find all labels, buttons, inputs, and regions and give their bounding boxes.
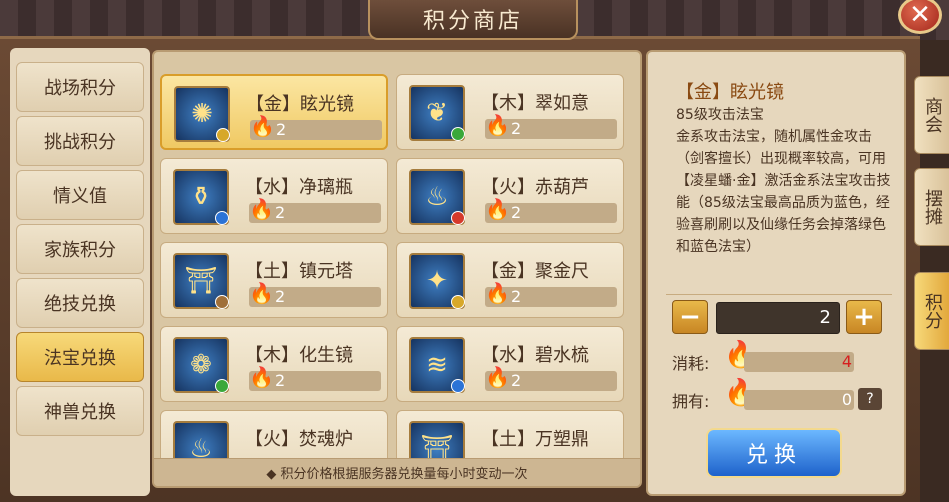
- item-name: 【水】净璃瓶: [245, 177, 353, 198]
- quantity-field[interactable]: 2: [716, 302, 840, 334]
- item-name: 【土】万塑鼎: [481, 429, 589, 450]
- gourd-icon: ♨: [409, 169, 465, 225]
- page-title: 积分商店: [368, 0, 578, 40]
- lotus-mirror-icon: ❁: [173, 337, 229, 393]
- tab-chamber-of-commerce[interactable]: 商会: [914, 76, 949, 154]
- points-flame-icon: 🔥: [250, 114, 275, 138]
- points-flame-icon: 🔥: [485, 281, 510, 305]
- cost-label: 消耗:: [672, 354, 710, 373]
- nav-item-friendship-points[interactable]: 情义值: [16, 170, 144, 220]
- item-price: 2: [275, 203, 286, 222]
- item-name: 【水】碧水梳: [481, 345, 589, 366]
- item-grid: ✺ 【金】眩光镜 🔥 2 ❦ 【木】翠如意 🔥 2 ⚱ 【水】净璃瓶 🔥 2 ♨ 【火】赤葫芦 🔥 2 ⛩ 【土】…: [152, 50, 642, 488]
- category-nav: 战场积分 挑战积分 情义值 家族积分 绝技兑换 法宝兑换 神兽兑换: [10, 48, 150, 496]
- quantity-increase-button[interactable]: +: [846, 300, 882, 334]
- divider: [666, 294, 892, 295]
- item-price: 2: [275, 371, 286, 390]
- detail-item-description: 金系攻击法宝，随机属性金攻击（剑客擅长）出现概率较高，可用【凌星蟠·金】激活金系…: [676, 129, 891, 255]
- element-badge-icon: [215, 379, 229, 393]
- nav-item-skill-exchange[interactable]: 绝技兑换: [16, 278, 144, 328]
- item-card[interactable]: ⚱ 【水】净璃瓶 🔥 2: [160, 158, 388, 234]
- item-price: 2: [275, 287, 286, 306]
- item-price: 2: [511, 371, 522, 390]
- item-name: 【金】聚金尺: [481, 261, 589, 282]
- item-detail-panel: 【金】眩光镜 85级攻击法宝 金系攻击法宝，随机属性金攻击（剑客擅长）出现概率较…: [646, 50, 906, 496]
- pagoda-icon: ⛩: [173, 253, 229, 309]
- points-flame-icon: 🔥: [485, 197, 510, 221]
- quantity-decrease-button[interactable]: −: [672, 300, 708, 334]
- comb-icon: ≋: [409, 337, 465, 393]
- item-name: 【金】眩光镜: [246, 94, 354, 115]
- element-badge-icon: [216, 128, 230, 142]
- item-name: 【木】翠如意: [481, 93, 589, 114]
- points-flame-icon: 🔥: [485, 113, 510, 137]
- item-card[interactable]: ⛩ 【土】镇元塔 🔥 2: [160, 242, 388, 318]
- tab-stall[interactable]: 摆摊: [914, 168, 949, 246]
- points-flame-icon: 🔥: [249, 281, 274, 305]
- mirror-icon: ✺: [174, 86, 230, 142]
- cost-value: 4: [841, 352, 852, 371]
- element-badge-icon: [215, 211, 229, 225]
- item-name: 【火】焚魂炉: [245, 429, 353, 450]
- nav-item-challenge-points[interactable]: 挑战积分: [16, 116, 144, 166]
- detail-item-level: 85级攻击法宝: [676, 107, 764, 123]
- points-flame-icon: 🔥: [249, 365, 274, 389]
- element-badge-icon: [451, 211, 465, 225]
- price-notice: ◆ 积分价格根据服务器兑换量每小时变动一次: [154, 458, 640, 486]
- item-price: 2: [511, 287, 522, 306]
- nav-item-artifact-exchange[interactable]: 法宝兑换: [16, 332, 144, 382]
- points-flame-icon: 🔥: [485, 365, 510, 389]
- item-price: 2: [276, 120, 287, 139]
- item-name: 【火】赤葫芦: [481, 177, 589, 198]
- element-badge-icon: [451, 295, 465, 309]
- nav-item-battlefield-points[interactable]: 战场积分: [16, 62, 144, 112]
- help-button[interactable]: ?: [858, 388, 882, 410]
- item-card[interactable]: ❦ 【木】翠如意 🔥 2: [396, 74, 624, 150]
- jade-ruyi-icon: ❦: [409, 85, 465, 141]
- item-name: 【土】镇元塔: [245, 261, 353, 282]
- detail-item-name: 【金】眩光镜: [676, 82, 784, 103]
- tab-points[interactable]: 积分: [914, 272, 949, 350]
- item-card[interactable]: ✺ 【金】眩光镜 🔥 2: [160, 74, 388, 150]
- item-price: 2: [511, 203, 522, 222]
- vase-icon: ⚱: [173, 169, 229, 225]
- item-card[interactable]: ✦ 【金】聚金尺 🔥 2: [396, 242, 624, 318]
- owned-label: 拥有:: [672, 392, 710, 411]
- item-card[interactable]: ≋ 【水】碧水梳 🔥 2: [396, 326, 624, 402]
- nav-item-family-points[interactable]: 家族积分: [16, 224, 144, 274]
- element-badge-icon: [451, 379, 465, 393]
- nav-item-beast-exchange[interactable]: 神兽兑换: [16, 386, 144, 436]
- item-price: 2: [511, 119, 522, 138]
- exchange-button[interactable]: 兑换: [706, 428, 842, 478]
- element-badge-icon: [215, 295, 229, 309]
- points-flame-icon: 🔥: [249, 197, 274, 221]
- element-badge-icon: [451, 127, 465, 141]
- item-name: 【木】化生镜: [245, 345, 353, 366]
- item-card[interactable]: ♨ 【火】赤葫芦 🔥 2: [396, 158, 624, 234]
- owned-value: 0: [841, 390, 852, 409]
- ruler-icon: ✦: [409, 253, 465, 309]
- item-card[interactable]: ❁ 【木】化生镜 🔥 2: [160, 326, 388, 402]
